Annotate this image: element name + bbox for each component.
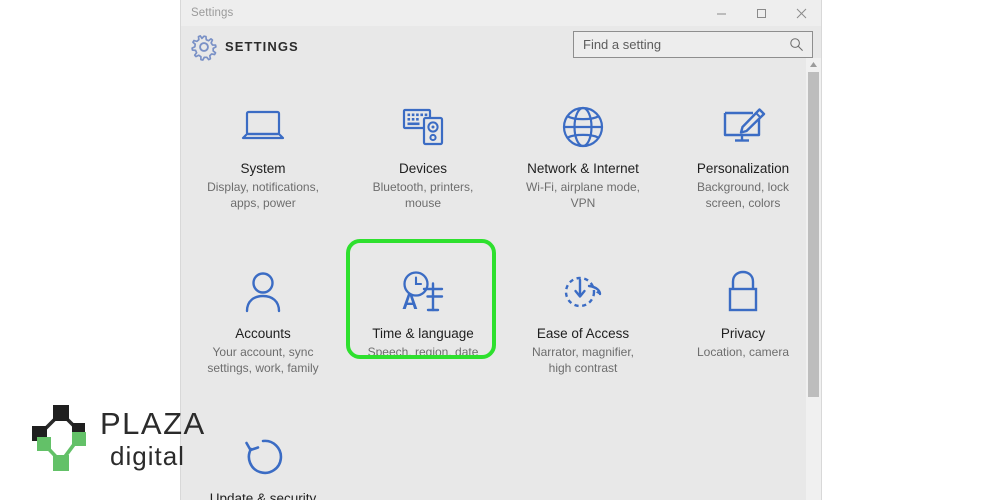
settings-tile-grid: System Display, notifications, apps, pow…	[181, 78, 821, 500]
clock-language-icon: A	[397, 267, 449, 317]
close-button[interactable]	[781, 0, 821, 26]
settings-tile-ease-of-access[interactable]: Ease of Access Narrator, magnifier, high…	[503, 243, 663, 408]
tile-subtitle: Speech, region, date	[367, 345, 479, 359]
logo-primary-text: PLAZA	[100, 406, 206, 441]
settings-window: Settings SETTINGS Find a setting System …	[181, 0, 821, 500]
tile-title: Personalization	[696, 161, 790, 176]
tile-title: Time & language	[372, 326, 474, 341]
tile-title: Ease of Access	[536, 326, 630, 341]
tile-title: Update & security	[209, 491, 317, 500]
tile-subtitle: Location, camera	[696, 345, 790, 359]
gear-icon[interactable]	[189, 32, 219, 62]
svg-text:A: A	[402, 289, 418, 314]
tile-title: Devices	[398, 161, 447, 176]
settings-tile-privacy[interactable]: Privacy Location, camera	[663, 243, 821, 408]
tile-subtitle: Bluetooth, printers, mouse	[372, 180, 474, 210]
person-icon	[243, 267, 283, 317]
tile-title: Accounts	[235, 326, 291, 341]
settings-tile-accounts[interactable]: Accounts Your account, sync settings, wo…	[183, 243, 343, 408]
settings-tile-system[interactable]: System Display, notifications, apps, pow…	[183, 78, 343, 243]
scrollbar-up-arrow-icon[interactable]	[806, 58, 821, 71]
plaza-logo-wordmark: PLAZA digital	[100, 406, 206, 471]
maximize-button[interactable]	[741, 0, 781, 26]
settings-tile-devices[interactable]: Devices Bluetooth, printers, mouse	[343, 78, 503, 243]
plaza-digital-logo: PLAZA digital	[28, 398, 208, 484]
search-box[interactable]	[573, 31, 813, 58]
window-title-text: Settings	[191, 7, 234, 19]
minimize-button[interactable]	[701, 0, 741, 26]
tile-subtitle: Your account, sync settings, work, famil…	[207, 345, 319, 375]
tile-title: Network & Internet	[527, 161, 639, 176]
tile-subtitle: Narrator, magnifier, high contrast	[531, 345, 635, 375]
tile-subtitle: Background, lock screen, colors	[696, 180, 790, 210]
settings-tile-time-language[interactable]: A Time & language Speech, region, date	[343, 239, 503, 408]
plaza-logo-mark	[32, 405, 86, 471]
refresh-icon	[240, 432, 286, 482]
clock-arrow-icon	[559, 267, 607, 317]
window-controls	[701, 0, 821, 26]
tile-title: System	[240, 161, 286, 176]
settings-tile-network-internet[interactable]: Network & Internet Wi-Fi, airplane mode,…	[503, 78, 663, 243]
app-header: SETTINGS	[181, 26, 821, 72]
keyboard-speaker-icon	[399, 102, 447, 152]
search-icon[interactable]	[784, 37, 812, 52]
laptop-icon	[239, 102, 287, 152]
window-title-bar[interactable]: Settings	[181, 0, 821, 26]
monitor-brush-icon	[718, 102, 768, 152]
tile-title: Privacy	[720, 326, 766, 341]
tile-subtitle: Display, notifications, apps, power	[207, 180, 319, 210]
tile-subtitle: Wi-Fi, airplane mode, VPN	[525, 180, 641, 210]
globe-icon	[560, 102, 606, 152]
settings-tile-personalization[interactable]: Personalization Background, lock screen,…	[663, 78, 821, 243]
lock-icon	[723, 267, 763, 317]
search-input[interactable]	[574, 32, 784, 57]
logo-secondary-text: digital	[110, 441, 185, 471]
page-title: SETTINGS	[225, 39, 299, 54]
